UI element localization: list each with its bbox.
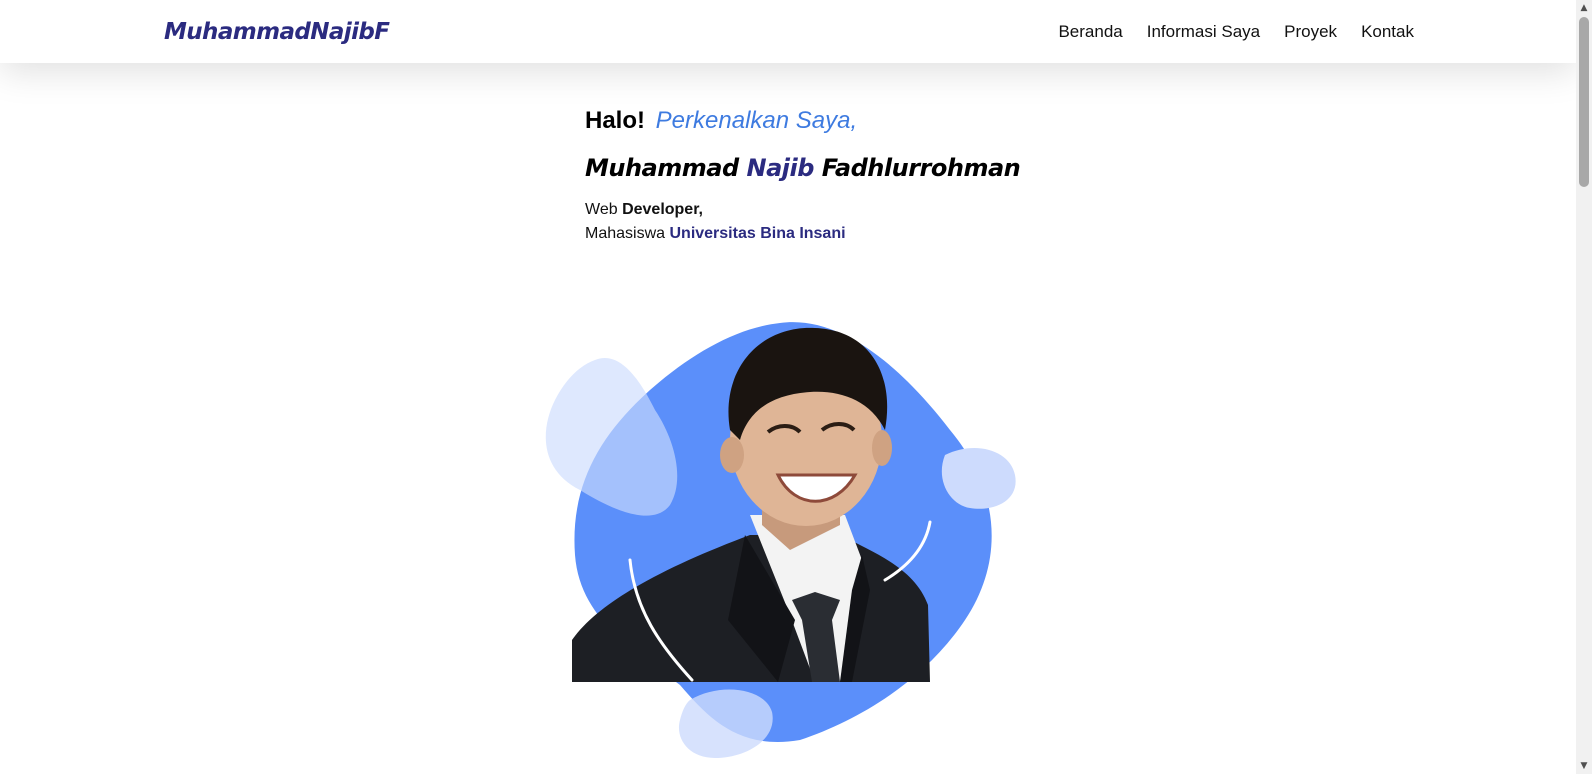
navbar: MuhammadNajibF Beranda Informasi Saya Pr… [0,0,1576,63]
role-prefix: Web [585,201,618,218]
greeting-hello: Halo! [585,107,645,134]
name-first: Muhammad [585,154,739,182]
study-prefix: Mahasiswa [585,225,666,242]
nav-link-informasi-saya[interactable]: Informasi Saya [1147,20,1260,44]
nav-menu: Beranda Informasi Saya Proyek Kontak [1058,20,1414,44]
scroll-down-arrow-icon[interactable]: ▼ [1576,758,1592,774]
scroll-thumb[interactable] [1579,17,1589,187]
role-line: Web Developer, [585,198,1020,222]
greeting-subtitle: Perkenalkan Saya, [655,107,858,134]
role-title: Developer, [622,201,703,218]
hero-blob-graphic [545,322,1016,758]
name-accent: Najib [746,154,815,182]
nav-link-proyek[interactable]: Proyek [1284,20,1337,44]
greeting-heading: Halo! Perkenalkan Saya, [585,104,1020,138]
hero-illustration [540,320,1030,774]
page-scrollbar[interactable]: ▲ ▼ [1576,0,1592,774]
university-name: Universitas Bina Insani [669,225,846,242]
study-line: Mahasiswa Universitas Bina Insani [585,222,1020,246]
nav-link-beranda[interactable]: Beranda [1058,20,1122,44]
scroll-up-arrow-icon[interactable]: ▲ [1576,0,1592,16]
blob-light-bottom [678,689,773,758]
role-description: Web Developer, Mahasiswa Universitas Bin… [585,198,1020,246]
nav-link-kontak[interactable]: Kontak [1361,20,1414,44]
full-name-heading: Muhammad Najib Fadhlurrohman [585,151,1021,185]
page: MuhammadNajibF Beranda Informasi Saya Pr… [0,0,1592,774]
name-last: Fadhlurrohman [821,154,1021,182]
brand-logo[interactable]: MuhammadNajibF [164,16,390,48]
intro-section: Halo! Perkenalkan Saya, Muhammad Najib F… [585,104,1021,246]
blob-light-left [545,358,678,516]
